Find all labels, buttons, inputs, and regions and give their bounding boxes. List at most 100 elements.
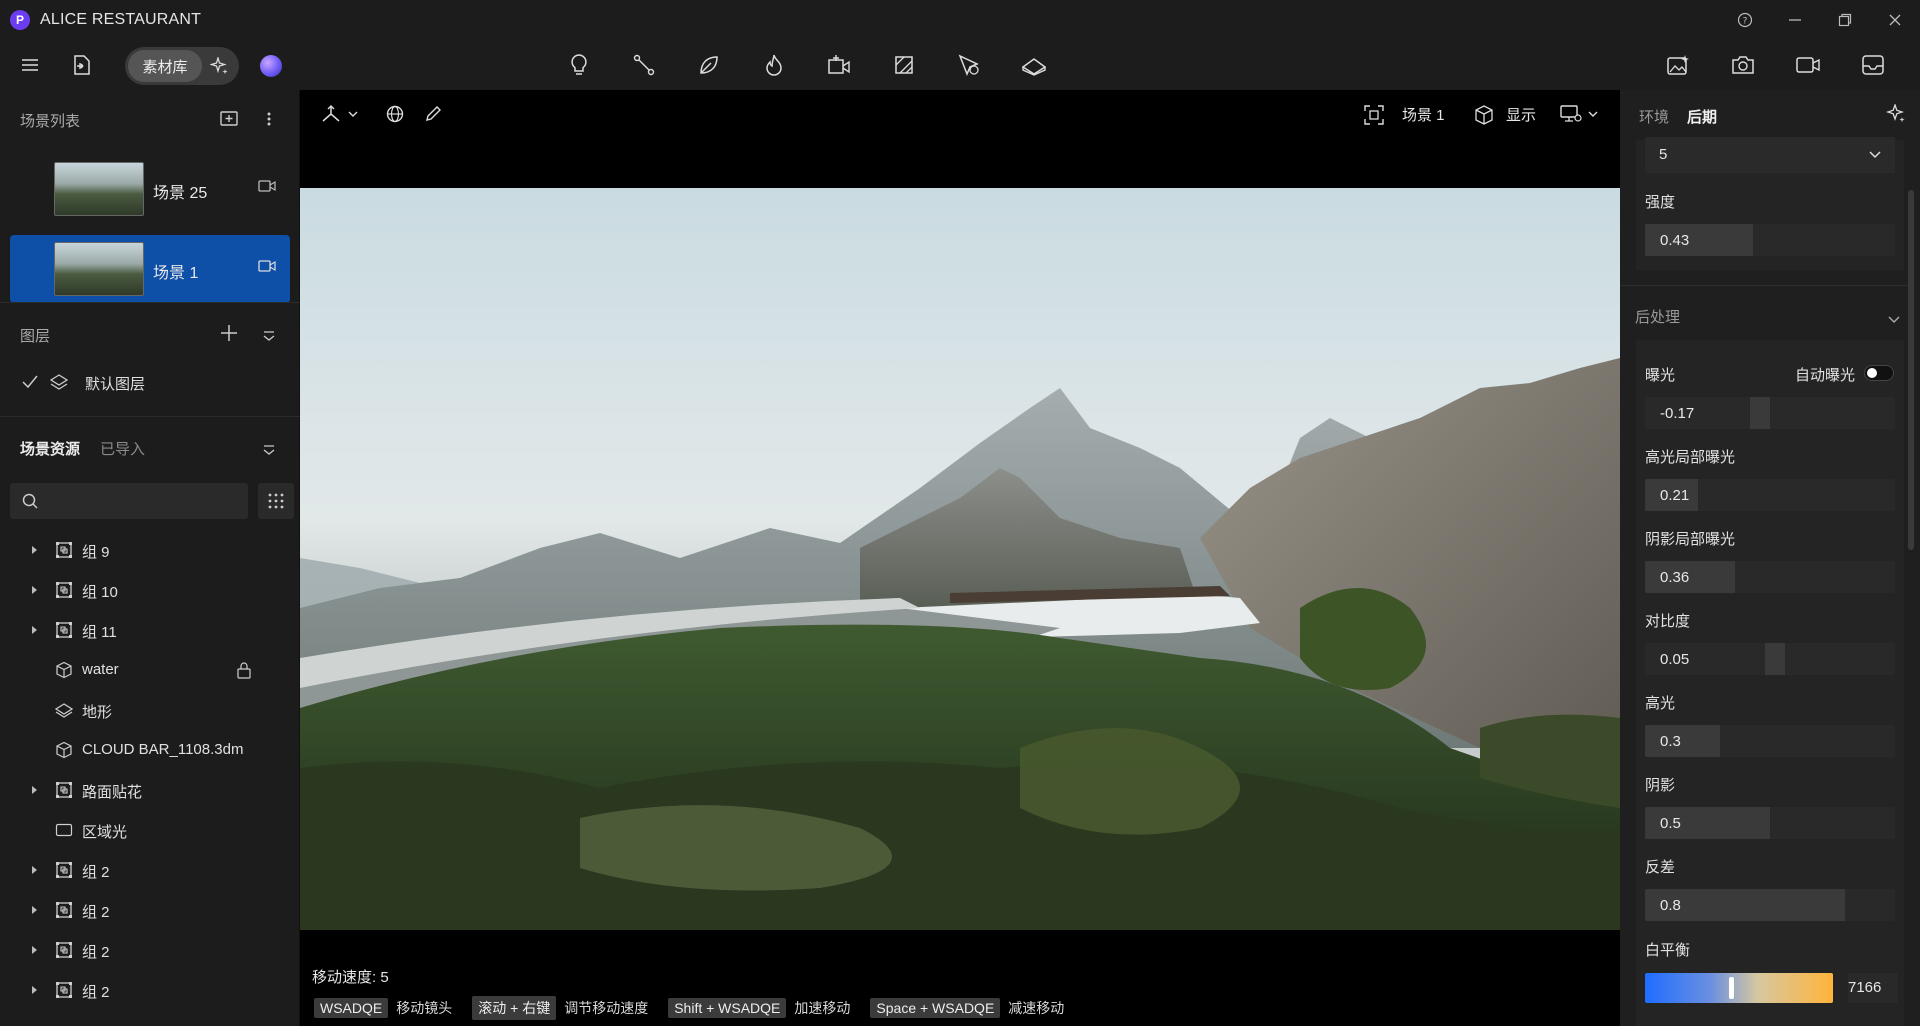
tree-item[interactable]: 地形 [0,690,300,730]
white-balance-label: 白平衡 [1645,942,1691,959]
expand-arrow-icon[interactable] [32,906,37,914]
intensity-slider[interactable]: 0.43 [1645,224,1895,256]
help-icon[interactable]: ? [1720,0,1770,40]
render-image-icon[interactable] [1661,48,1695,82]
import-file-icon[interactable] [65,48,99,82]
library-button[interactable]: 素材库 [128,50,202,82]
post-slider[interactable]: 0.36 [1645,561,1895,593]
post-processing-title[interactable]: 后处理 [1635,306,1680,327]
more-options-icon[interactable] [266,111,274,127]
globe-icon[interactable] [386,105,404,123]
search-input[interactable] [10,483,248,519]
intensity-label: 强度 [1645,194,1676,211]
tree-item[interactable]: 区域光 [0,810,300,850]
post-slider[interactable]: 0.3 [1645,725,1895,757]
move-speed-status: 移动速度: 5 [312,969,389,986]
right-panel-scrollbar[interactable] [1908,190,1914,550]
scene-focus-button[interactable]: 场景 1 [1364,104,1445,125]
app-logo-icon: P [10,10,30,30]
exposure-label: 曝光 [1645,367,1676,384]
layer-name[interactable]: 默认图层 [85,373,145,394]
auto-exposure-toggle[interactable] [1864,365,1894,381]
group-icon [55,621,73,639]
tree-item[interactable]: 组 2 [0,850,300,890]
tree-item-label: 组 10 [82,584,118,601]
chevron-down-icon[interactable] [1888,311,1900,328]
tab-environment[interactable]: 环境 [1639,106,1669,127]
tree-item[interactable]: CLOUD BAR_1108.3dm [0,730,300,770]
tree-item[interactable]: 组 11 [0,610,300,650]
light-bulb-icon[interactable] [562,48,596,82]
display-button[interactable]: 显示 [1474,104,1536,125]
grid-icon [268,493,284,509]
expand-arrow-icon[interactable] [32,586,37,594]
menu-icon[interactable] [13,48,47,82]
expand-arrow-icon[interactable] [32,626,37,634]
fire-icon[interactable] [757,48,791,82]
sparkle-icon[interactable] [1886,103,1906,128]
camera-icon[interactable] [258,179,276,193]
tab-imported[interactable]: 已导入 [100,438,145,459]
add-object-icon[interactable] [822,48,856,82]
slider-handle[interactable] [1750,397,1770,429]
inbox-icon[interactable] [1856,48,1890,82]
ai-sparkle-icon[interactable] [202,57,236,75]
expand-arrow-icon[interactable] [32,786,37,794]
tree-item[interactable]: 路面贴花 [0,770,300,810]
assistant-orb-icon[interactable] [260,55,282,77]
terrain-tool-icon[interactable] [1017,48,1051,82]
video-icon[interactable] [1791,48,1825,82]
eyedropper-icon[interactable] [424,105,442,123]
tree-item[interactable]: 组 10 [0,570,300,610]
scene-item-selected[interactable]: 场景 1 [10,235,290,303]
preset-dropdown[interactable]: 5 [1645,137,1895,173]
tree-item[interactable]: water [0,650,300,690]
lock-icon[interactable] [236,661,252,683]
add-layer-icon[interactable] [220,324,238,346]
expand-arrow-icon[interactable] [32,946,37,954]
tree-item[interactable]: 组 9 [0,530,300,570]
path-tool-icon[interactable] [627,48,661,82]
post-slider[interactable]: 0.21 [1645,479,1895,511]
viewport-settings-dropdown[interactable] [1560,104,1598,124]
tab-scene-assets[interactable]: 场景资源 [20,438,80,459]
tab-post[interactable]: 后期 [1687,106,1717,127]
camera-icon[interactable] [1726,48,1760,82]
annotation-icon[interactable] [952,48,986,82]
post-slider[interactable]: 0.05 [1645,643,1895,675]
render-preview[interactable] [300,188,1620,930]
collapse-icon[interactable] [263,328,275,345]
restore-button[interactable] [1820,0,1870,40]
tree-item[interactable]: 组 2 [0,930,300,970]
add-scene-icon[interactable] [220,111,238,127]
expand-arrow-icon[interactable] [32,546,37,554]
slider-label: 对比度 [1645,613,1691,630]
post-slider[interactable]: 0.5 [1645,807,1895,839]
check-icon[interactable] [22,375,38,393]
tree-item-label: 组 2 [82,864,110,881]
collapse-icon[interactable] [263,442,275,459]
grid-view-button[interactable] [258,483,294,519]
scene-label: 场景 1 [1402,107,1445,124]
dropdown-value: 5 [1659,146,1668,163]
minimize-button[interactable] [1770,0,1820,40]
transform-gizmo-dropdown[interactable] [320,104,358,124]
white-balance-value[interactable]: 7166 [1848,973,1898,1003]
post-slider[interactable]: 0.8 [1645,889,1895,921]
expand-arrow-icon[interactable] [32,986,37,994]
tree-item[interactable]: 组 2 [0,890,300,930]
expand-arrow-icon[interactable] [32,866,37,874]
white-balance-slider[interactable] [1645,973,1833,1003]
post-slider[interactable]: -0.17 [1645,397,1895,429]
material-icon[interactable] [887,48,921,82]
camera-icon[interactable] [258,259,276,273]
tree-item-label: 组 9 [82,544,110,561]
slider-handle[interactable] [1765,643,1785,675]
shortcut-key: 滚动 + 右键 [472,996,557,1020]
tree-item-label: 区域光 [82,824,128,841]
white-balance-handle[interactable] [1729,977,1734,999]
tree-item[interactable]: 组 2 [0,970,300,1010]
leaf-icon[interactable] [692,48,726,82]
scene-item[interactable]: 场景 25 [10,155,290,223]
close-button[interactable] [1870,0,1920,40]
